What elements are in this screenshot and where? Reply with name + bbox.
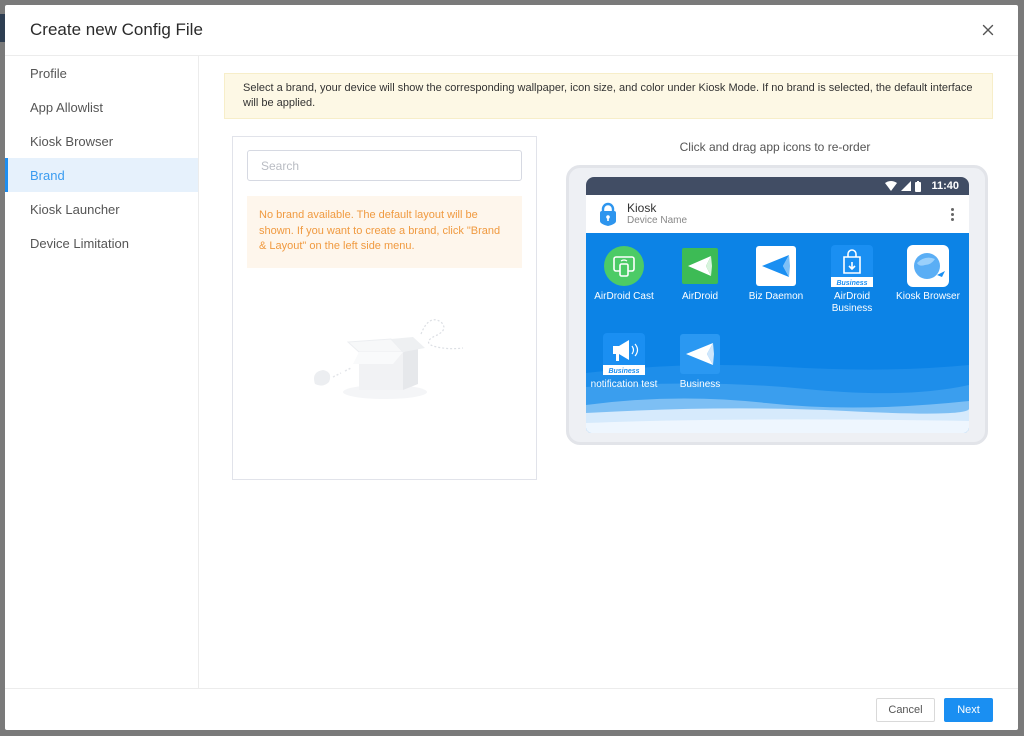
app-notification-test[interactable]: Business notification test <box>586 333 662 421</box>
modal-header: Create new Config File <box>5 5 1018 56</box>
cancel-button[interactable]: Cancel <box>876 697 935 722</box>
app-row: Business notification test Business <box>586 333 969 421</box>
kiosk-name: Kiosk <box>627 200 657 215</box>
sidebar-item-label: Brand <box>30 167 65 183</box>
next-button[interactable]: Next <box>944 697 993 722</box>
app-label: AirDroid Cast <box>594 291 654 302</box>
device-preview-panel: Click and drag app icons to re-order 11:… <box>557 136 993 480</box>
battery-icon <box>915 180 922 192</box>
business-icon <box>679 333 721 375</box>
app-airdroid[interactable]: AirDroid <box>662 245 738 333</box>
app-row: AirDroid Cast AirDroid Biz Daemon Busine… <box>586 245 969 333</box>
modal-footer: Cancel Next <box>5 688 1018 730</box>
sidebar-item-brand[interactable]: Brand <box>5 158 198 192</box>
signal-icon <box>901 181 912 191</box>
svg-text:Business: Business <box>836 280 867 287</box>
app-label: Biz Daemon <box>748 291 804 302</box>
airdroid-business-icon: Business <box>831 245 873 287</box>
sidebar: Profile App Allowlist Kiosk Browser Bran… <box>5 56 199 688</box>
empty-box-icon <box>314 319 464 399</box>
app-label: AirDroid <box>681 291 719 302</box>
brand-search-input[interactable] <box>247 150 522 181</box>
info-notice: Select a brand, your device will show th… <box>224 73 993 119</box>
sidebar-item-label: Kiosk Launcher <box>30 201 120 217</box>
kiosk-wallpaper: AirDroid Cast AirDroid Biz Daemon Busine… <box>586 233 969 433</box>
kiosk-title-block: Kiosk Device Name <box>627 200 947 227</box>
app-airdroid-cast[interactable]: AirDroid Cast <box>586 245 662 333</box>
brand-list-panel: No brand available. The default layout w… <box>232 136 537 480</box>
kiosk-browser-icon <box>907 245 949 287</box>
panels: No brand available. The default layout w… <box>224 136 993 480</box>
preview-caption: Click and drag app icons to re-order <box>679 140 871 154</box>
sidebar-item-profile[interactable]: Profile <box>5 56 198 90</box>
wifi-icon <box>885 181 898 191</box>
more-vertical-icon[interactable] <box>947 207 957 221</box>
main-content: Select a brand, your device will show th… <box>199 56 1018 688</box>
modal-body: Profile App Allowlist Kiosk Browser Bran… <box>5 56 1018 688</box>
app-label: Business <box>679 379 721 390</box>
lock-icon <box>600 202 616 226</box>
kiosk-app-bar: Kiosk Device Name <box>586 195 969 233</box>
sidebar-item-label: App Allowlist <box>30 99 103 115</box>
airdroid-cast-icon <box>603 245 645 287</box>
create-config-modal: Create new Config File Profile App Allow… <box>5 5 1018 730</box>
close-button[interactable] <box>980 22 996 38</box>
status-time: 11:40 <box>931 180 959 192</box>
modal-title: Create new Config File <box>30 20 203 39</box>
sidebar-item-label: Device Limitation <box>30 235 129 251</box>
app-airdroid-business[interactable]: Business AirDroid Business <box>814 245 890 333</box>
app-grid: AirDroid Cast AirDroid Biz Daemon Busine… <box>586 233 969 421</box>
close-icon <box>982 24 994 36</box>
sidebar-item-device-limitation[interactable]: Device Limitation <box>5 226 198 260</box>
sidebar-item-app-allowlist[interactable]: App Allowlist <box>5 90 198 124</box>
biz-daemon-icon <box>755 245 797 287</box>
app-business[interactable]: Business <box>662 333 738 421</box>
sidebar-item-label: Kiosk Browser <box>30 133 114 149</box>
notification-icon: Business <box>603 333 645 375</box>
status-bar: 11:40 <box>586 177 969 195</box>
app-label: Kiosk Browser <box>896 291 960 302</box>
app-label: notification test <box>590 379 658 390</box>
sidebar-item-label: Profile <box>30 65 67 81</box>
app-biz-daemon[interactable]: Biz Daemon <box>738 245 814 333</box>
sidebar-item-kiosk-browser[interactable]: Kiosk Browser <box>5 124 198 158</box>
app-kiosk-browser[interactable]: Kiosk Browser <box>890 245 966 333</box>
no-brand-warning: No brand available. The default layout w… <box>247 196 522 268</box>
sidebar-item-kiosk-launcher[interactable]: Kiosk Launcher <box>5 192 198 226</box>
svg-text:Business: Business <box>608 368 639 375</box>
tablet-frame: 11:40 Kiosk Device Name AirDroid Cast Ai… <box>566 165 988 445</box>
device-screen: 11:40 Kiosk Device Name AirDroid Cast Ai… <box>586 177 969 433</box>
device-name: Device Name <box>627 214 688 226</box>
airdroid-icon <box>679 245 721 287</box>
app-label: AirDroid Business <box>831 291 873 314</box>
